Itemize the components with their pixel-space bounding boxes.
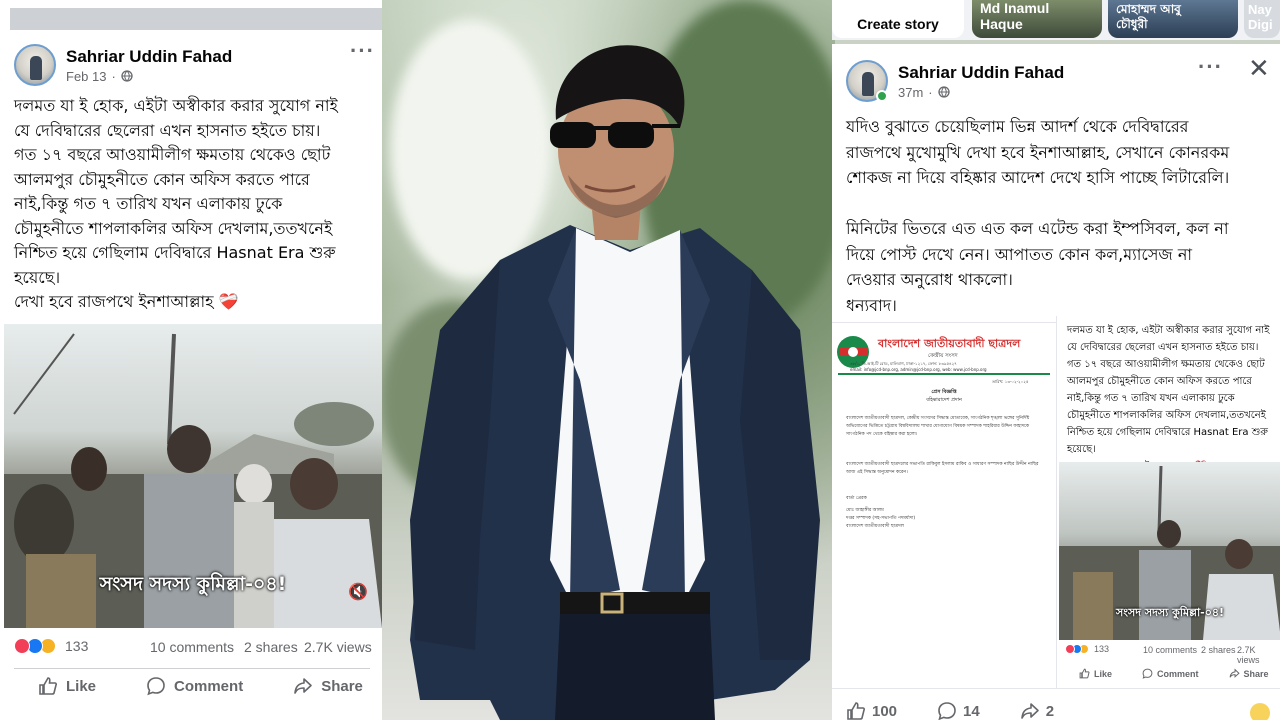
close-icon[interactable]: ✕ (1248, 53, 1270, 84)
post-meta: 37m · (898, 85, 1064, 100)
comments-count[interactable]: 10 comments (150, 639, 234, 655)
create-story-button[interactable]: Create story (832, 0, 964, 38)
right-action-bar: 100 14 2 (846, 701, 1054, 720)
embedded-video[interactable]: সংসদ সদস্য কুমিল্লা-০৪! (1059, 462, 1280, 640)
left-facebook-post: Sahriar Uddin Fahad Feb 13 · ··· দলমত যা… (0, 0, 382, 720)
right-share-count: 2 (1045, 702, 1055, 720)
post-meta: Feb 13 · (66, 69, 232, 84)
globe-icon (937, 86, 950, 98)
post-time[interactable]: 37m (898, 85, 923, 100)
right-post-footer: 100 14 2 (832, 688, 1280, 720)
post-text: দলমত যা ই হোক, এইটা অস্বীকার করার সুযোগ … (14, 96, 338, 311)
post-text: যদিও বুঝাতে চেয়েছিলাম ভিন্ন আদর্শ থেকে … (846, 117, 1230, 315)
embedded-action-bar: Like Comment Share (1079, 668, 1269, 679)
story-3-name-line1: Nay (1248, 2, 1272, 17)
embedded-post-screenshot[interactable]: দলমত যা ই হোক, এইটা অস্বীকার করার সুযোগ … (1056, 316, 1280, 688)
share-icon (1020, 703, 1039, 719)
embedded-share-label: Share (1243, 668, 1269, 679)
comment-icon (1142, 668, 1153, 679)
divider (14, 668, 370, 669)
embedded-comment-button: Comment (1142, 668, 1199, 679)
previous-post-edge (10, 8, 382, 30)
post-date[interactable]: Feb 13 (66, 69, 106, 84)
create-story-label: Create story (857, 16, 939, 32)
embedded-share-button: Share (1229, 668, 1269, 679)
letter-date: তারিখ: ১৩-০২-২০২৫ (992, 379, 1029, 384)
more-options-icon[interactable]: ··· (1198, 54, 1223, 80)
embedded-shares-count: 2 shares (1201, 645, 1236, 655)
story-2-name-line1: মোহাম্মদ আবু (1116, 2, 1181, 16)
story-1-name: Md Inamul Haque (980, 0, 1050, 32)
mute-icon[interactable]: 🔇 (348, 582, 368, 602)
embedded-views-count: 2.7K views (1237, 645, 1260, 665)
share-icon (294, 678, 312, 694)
globe-icon (121, 70, 133, 82)
online-status-dot (876, 90, 888, 102)
comment-icon (938, 702, 956, 720)
views-count: 2.7K views (304, 639, 372, 655)
embedded-comment-label: Comment (1157, 668, 1199, 679)
author-name[interactable]: Sahriar Uddin Fahad (898, 63, 1064, 83)
reaction-count: 133 (65, 638, 89, 654)
post-video[interactable]: সংসদ সদস্য কুমিল্লা-০৪! 🔇 (4, 324, 382, 628)
right-comment-count: 14 (963, 702, 980, 720)
letter-paragraph-2: বাংলাদেশ জাতীয়তাবাদী ছাত্রদলের সভাপতি র… (846, 462, 1039, 475)
right-like-count: 100 (872, 702, 898, 720)
comment-label: Comment (174, 677, 244, 695)
letter-subheading: বহিষ্কারাদেশ প্রদান (926, 397, 962, 403)
center-photo (380, 0, 835, 720)
embedded-like-button: Like (1079, 668, 1112, 679)
embedded-comments-count: 10 comments (1143, 645, 1198, 655)
embedded-reaction-count: 133 (1094, 644, 1110, 654)
share-label: Share (321, 677, 363, 695)
embedded-video-caption: সংসদ সদস্য কুমিল্লা-০৪! (1115, 606, 1225, 619)
love-reaction-icon (14, 638, 30, 654)
embedded-reactions: 133 (1065, 644, 1109, 654)
right-like-button[interactable]: 100 (846, 701, 897, 720)
emoji-icon[interactable] (1250, 703, 1270, 720)
embedded-like-label: Like (1094, 668, 1113, 679)
thumbs-up-icon (1079, 668, 1090, 679)
share-button[interactable]: Share (293, 676, 363, 696)
reactions-summary[interactable]: 133 (14, 638, 88, 654)
love-reaction-icon (1065, 644, 1075, 654)
story-3-name-line2: Digi (1248, 17, 1273, 32)
share-icon (1229, 668, 1240, 678)
right-comment-button[interactable]: 14 (937, 701, 980, 720)
expulsion-letter-image[interactable]: বাংলাদেশ জাতীয়তাবাদী ছাত্রদল কেন্দ্রীয়… (832, 322, 1056, 688)
story-card-3[interactable]: Nay Digi (1244, 0, 1280, 38)
letter-sign-line-2: মোঃ জাহাঙ্গীর আলম (846, 508, 884, 513)
letter-org-name: বাংলাদেশ জাতীয়তাবাদী ছাত্রদল (878, 337, 1021, 350)
embedded-post-text: দলমত যা ই হোক, এইটা অস্বীকার করার সুযোগ … (1067, 325, 1270, 472)
letter-org-sub: কেন্দ্রীয় সংসদ (928, 353, 958, 359)
letter-rule (838, 373, 1050, 375)
letter-sign-line-4: বাংলাদেশ জাতীয়তাবাদী ছাত্রদল (846, 524, 904, 529)
story-2-name-line2: চৌধুরী (1116, 17, 1148, 31)
letter-email: email: info@jcd-bnp.org, admin@jcd-bnp.o… (850, 367, 987, 372)
story-card-2[interactable]: মোহাম্মদ আবু চৌধুরী (1108, 0, 1238, 38)
stories-bar: Create story Md Inamul Haque মোহাম্মদ আব… (832, 0, 1280, 40)
comment-icon (147, 677, 165, 696)
man-in-suit-illustration (410, 45, 820, 720)
right-share-button[interactable]: 2 (1020, 701, 1054, 720)
post-header: Sahriar Uddin Fahad 37m · (846, 60, 1064, 102)
post-header: Sahriar Uddin Fahad Feb 13 · (14, 44, 232, 86)
shares-count[interactable]: 2 shares (244, 639, 298, 655)
avatar[interactable] (14, 44, 56, 86)
more-options-icon[interactable]: ··· (350, 38, 375, 64)
letter-heading: প্রেস বিজ্ঞপ্তি (931, 389, 957, 395)
thumbs-up-icon (39, 677, 57, 695)
letter-sign-line-3: দপ্তর সম্পাদক (সহ-সভাপতি পদমর্যাদা) (846, 516, 916, 521)
thumbs-up-icon (847, 702, 865, 720)
comment-button[interactable]: Comment (146, 676, 243, 696)
action-bar: Like Comment Share (38, 676, 363, 696)
video-caption: সংসদ সদস্য কুমিল্লা-০৪! (99, 573, 287, 595)
author-name[interactable]: Sahriar Uddin Fahad (66, 47, 232, 67)
letter-sign-line-1: বার্তা প্রেরক (846, 496, 867, 501)
like-label: Like (66, 677, 97, 695)
story-card-1[interactable]: Md Inamul Haque (972, 0, 1102, 38)
like-button[interactable]: Like (38, 676, 96, 696)
letter-paragraph-1: বাংলাদেশ জাতীয়তাবাদী ছাত্রদল, কেন্দ্রীয… (846, 416, 1030, 437)
